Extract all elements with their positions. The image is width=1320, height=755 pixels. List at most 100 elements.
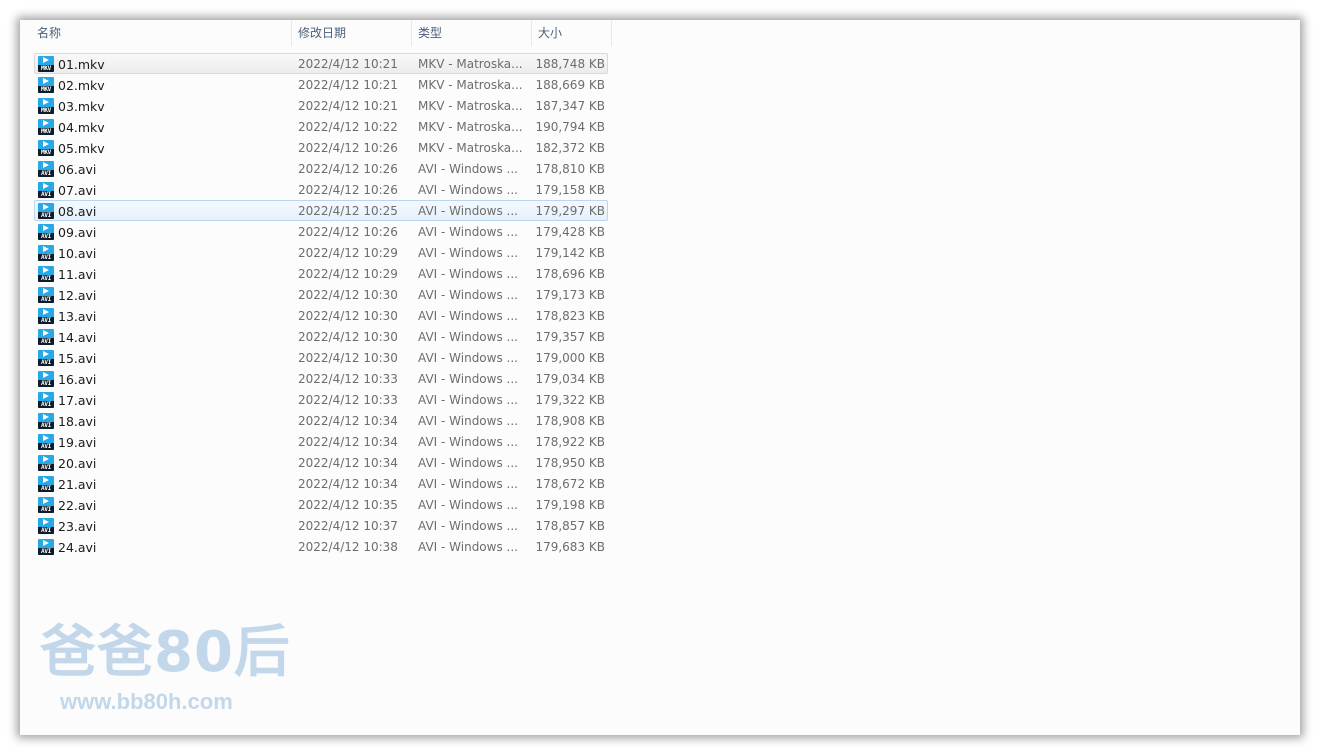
file-size: 179,142 KB xyxy=(535,246,605,260)
file-row[interactable]: AVI 12.avi 2022/4/12 10:30 AVI - Windows ..… xyxy=(34,284,608,305)
play-glyph xyxy=(43,414,49,420)
file-name: 14.avi xyxy=(58,330,97,345)
file-row[interactable]: AVI 21.avi 2022/4/12 10:34 AVI - Windows ..… xyxy=(34,473,608,494)
file-row[interactable]: AVI 22.avi 2022/4/12 10:35 AVI - Windows ..… xyxy=(34,494,608,515)
avi-file-icon: AVI xyxy=(38,245,54,261)
file-size: 179,683 KB xyxy=(535,540,605,554)
file-row[interactable]: AVI 14.avi 2022/4/12 10:30 AVI - Windows ..… xyxy=(34,326,608,347)
file-size: 178,823 KB xyxy=(535,309,605,323)
file-type: AVI - Windows ... xyxy=(418,267,518,281)
file-name: 13.avi xyxy=(58,309,97,324)
play-glyph xyxy=(43,540,49,546)
file-row[interactable]: MKV 04.mkv 2022/4/12 10:22 MKV - Matroska..… xyxy=(34,116,608,137)
file-name: 23.avi xyxy=(58,519,97,534)
file-size: 179,158 KB xyxy=(535,183,605,197)
file-size: 179,322 KB xyxy=(535,393,605,407)
file-type-tag: AVI xyxy=(38,191,54,198)
file-row[interactable]: AVI 07.avi 2022/4/12 10:26 AVI - Windows ..… xyxy=(34,179,608,200)
file-date: 2022/4/12 10:26 xyxy=(298,183,398,197)
play-glyph xyxy=(43,225,49,231)
file-size: 182,372 KB xyxy=(535,141,605,155)
file-type-tag: AVI xyxy=(38,254,54,261)
file-row[interactable]: AVI 06.avi 2022/4/12 10:26 AVI - Windows ..… xyxy=(34,158,608,179)
column-header-name-label: 名称 xyxy=(37,26,62,40)
file-row[interactable]: AVI 15.avi 2022/4/12 10:30 AVI - Windows ..… xyxy=(34,347,608,368)
file-row[interactable]: AVI 17.avi 2022/4/12 10:33 AVI - Windows ..… xyxy=(34,389,608,410)
avi-file-icon: AVI xyxy=(38,413,54,429)
column-header-size[interactable]: 大小 xyxy=(532,20,612,46)
file-type-tag: MKV xyxy=(38,149,54,156)
file-type: AVI - Windows ... xyxy=(418,351,518,365)
file-name: 15.avi xyxy=(58,351,97,366)
file-row[interactable]: AVI 20.avi 2022/4/12 10:34 AVI - Windows ..… xyxy=(34,452,608,473)
file-row[interactable]: MKV 05.mkv 2022/4/12 10:26 MKV - Matroska..… xyxy=(34,137,608,158)
watermark-title: 爸爸80后 xyxy=(40,620,291,685)
file-size: 188,669 KB xyxy=(535,78,605,92)
play-glyph xyxy=(43,57,49,63)
file-name: 06.avi xyxy=(58,162,97,177)
file-date: 2022/4/12 10:22 xyxy=(298,120,398,134)
play-glyph xyxy=(43,162,49,168)
column-header-date[interactable]: 修改日期 xyxy=(292,20,412,46)
file-row[interactable]: AVI 11.avi 2022/4/12 10:29 AVI - Windows ..… xyxy=(34,263,608,284)
file-name: 03.mkv xyxy=(58,99,105,114)
file-row[interactable]: MKV 02.mkv 2022/4/12 10:21 MKV - Matroska..… xyxy=(34,74,608,95)
play-glyph xyxy=(43,309,49,315)
file-size: 179,428 KB xyxy=(535,225,605,239)
avi-file-icon: AVI xyxy=(38,518,54,534)
file-type: AVI - Windows ... xyxy=(418,477,518,491)
file-name: 02.mkv xyxy=(58,78,105,93)
play-glyph xyxy=(43,435,49,441)
play-glyph xyxy=(43,372,49,378)
file-row[interactable]: AVI 24.avi 2022/4/12 10:38 AVI - Windows ..… xyxy=(34,536,608,557)
play-glyph xyxy=(43,204,49,210)
file-type-tag: AVI xyxy=(38,296,54,303)
file-name: 19.avi xyxy=(58,435,97,450)
file-name: 11.avi xyxy=(58,267,97,282)
file-row[interactable]: AVI 09.avi 2022/4/12 10:26 AVI - Windows ..… xyxy=(34,221,608,242)
file-row[interactable]: AVI 08.avi 2022/4/12 10:25 AVI - Windows ..… xyxy=(34,200,608,221)
file-name: 22.avi xyxy=(58,498,97,513)
column-header-type[interactable]: 类型 xyxy=(412,20,532,46)
file-type: AVI - Windows ... xyxy=(418,372,518,386)
file-row[interactable]: AVI 16.avi 2022/4/12 10:33 AVI - Windows ..… xyxy=(34,368,608,389)
file-type-tag: AVI xyxy=(38,275,54,282)
column-header-date-label: 修改日期 xyxy=(298,26,347,40)
file-type: AVI - Windows ... xyxy=(418,225,518,239)
file-size: 179,198 KB xyxy=(535,498,605,512)
file-type-tag: MKV xyxy=(38,128,54,135)
file-type-tag: MKV xyxy=(38,107,54,114)
file-type: AVI - Windows ... xyxy=(418,540,518,554)
file-name: 05.mkv xyxy=(58,141,105,156)
file-row[interactable]: MKV 01.mkv 2022/4/12 10:21 MKV - Matroska..… xyxy=(34,53,608,74)
file-name: 17.avi xyxy=(58,393,97,408)
avi-file-icon: AVI xyxy=(38,371,54,387)
file-size: 190,794 KB xyxy=(535,120,605,134)
explorer-window: 名称 ˄ 修改日期 类型 大小 MKV 01.mkv 2022/4/12 10:21… xyxy=(20,20,1300,735)
column-header-name[interactable]: 名称 ˄ xyxy=(31,20,292,46)
file-type: AVI - Windows ... xyxy=(418,519,518,533)
file-date: 2022/4/12 10:29 xyxy=(298,267,398,281)
file-type: MKV - Matroska... xyxy=(418,120,523,134)
file-row[interactable]: AVI 13.avi 2022/4/12 10:30 AVI - Windows ..… xyxy=(34,305,608,326)
file-date: 2022/4/12 10:21 xyxy=(298,78,398,92)
file-row[interactable]: AVI 18.avi 2022/4/12 10:34 AVI - Windows ..… xyxy=(34,410,608,431)
file-row[interactable]: AVI 19.avi 2022/4/12 10:34 AVI - Windows ..… xyxy=(34,431,608,452)
file-type-tag: MKV xyxy=(38,86,54,93)
file-date: 2022/4/12 10:21 xyxy=(298,99,398,113)
file-type-tag: AVI xyxy=(38,506,54,513)
avi-file-icon: AVI xyxy=(38,203,54,219)
play-glyph xyxy=(43,267,49,273)
mkv-file-icon: MKV xyxy=(38,140,54,156)
file-name: 21.avi xyxy=(58,477,97,492)
mkv-file-icon: MKV xyxy=(38,56,54,72)
play-glyph xyxy=(43,246,49,252)
file-size: 178,696 KB xyxy=(535,267,605,281)
file-size: 179,173 KB xyxy=(535,288,605,302)
file-date: 2022/4/12 10:34 xyxy=(298,414,398,428)
avi-file-icon: AVI xyxy=(38,434,54,450)
file-type-tag: MKV xyxy=(38,65,54,72)
file-row[interactable]: AVI 23.avi 2022/4/12 10:37 AVI - Windows ..… xyxy=(34,515,608,536)
file-row[interactable]: MKV 03.mkv 2022/4/12 10:21 MKV - Matroska..… xyxy=(34,95,608,116)
file-row[interactable]: AVI 10.avi 2022/4/12 10:29 AVI - Windows ..… xyxy=(34,242,608,263)
